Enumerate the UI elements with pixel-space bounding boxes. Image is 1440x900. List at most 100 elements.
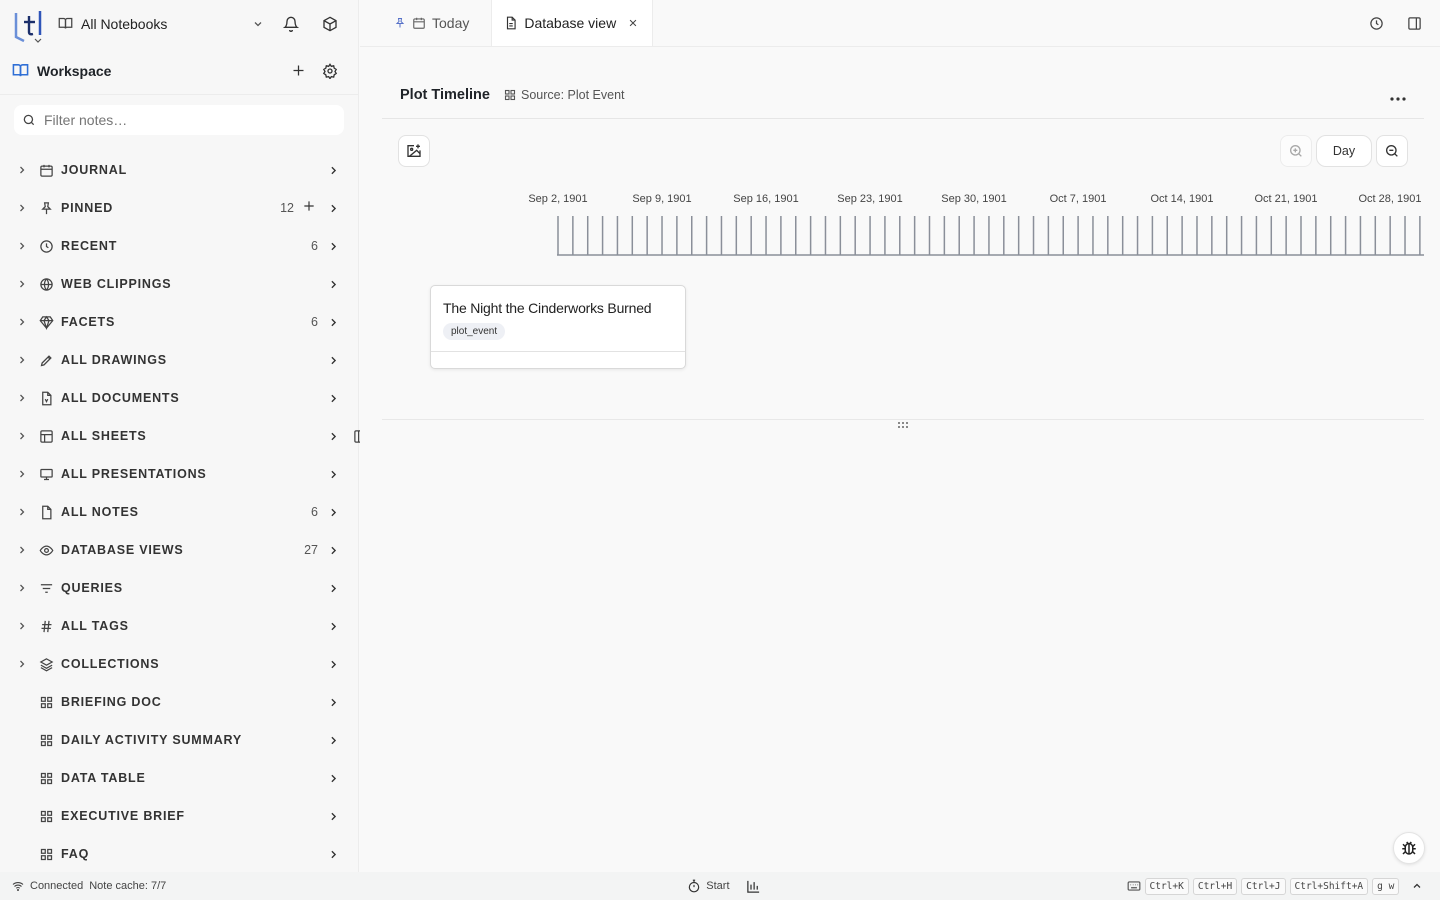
expand-chevron-icon[interactable] [16,392,30,404]
tab-today[interactable]: Today [360,0,493,46]
eye-icon [38,542,54,558]
view-header: Plot Timeline Source: Plot Event [382,72,1424,119]
chevron-right-icon[interactable] [326,696,340,709]
chevron-right-icon[interactable] [326,544,340,557]
notifications-button[interactable] [276,8,307,40]
expand-chevron-icon[interactable] [16,544,30,556]
clock-icon [1369,16,1383,30]
sidebar-item-queries[interactable]: QUERIES [0,569,358,607]
sidebar-item-all-sheets[interactable]: ALL SHEETS [0,417,358,455]
sidebar-item-label: COLLECTIONS [61,657,160,671]
toggle-right-panel-button[interactable] [1398,7,1430,39]
start-button[interactable]: Start [687,879,730,893]
workspace-header: Workspace [0,47,358,95]
zoom-out-button[interactable] [1376,135,1408,167]
expand-chevron-icon[interactable] [16,468,30,480]
resize-handle[interactable] [897,421,909,432]
sidebar-item-all-drawings[interactable]: ALL DRAWINGS [0,341,358,379]
status-bar: Connected Note cache: 7/7 Start Ctrl+K C… [0,872,1440,900]
more-options-button[interactable] [1390,85,1406,106]
debug-button[interactable] [1393,832,1425,864]
expand-chevron-icon[interactable] [16,316,30,328]
chevron-right-icon[interactable] [326,848,340,861]
sidebar-item-label: EXECUTIVE BRIEF [61,809,185,823]
chevron-right-icon[interactable] [326,164,340,177]
close-tab-button[interactable] [628,16,638,31]
grip-icon [898,422,908,428]
chevron-right-icon[interactable] [326,468,340,481]
sidebar-item-daily-activity-summary[interactable]: DAILY ACTIVITY SUMMARY [0,721,358,759]
chevron-right-icon[interactable] [326,354,340,367]
sidebar-item-label: WEB CLIPPINGS [61,277,172,291]
chevron-right-icon[interactable] [326,278,340,291]
chevron-right-icon[interactable] [326,582,340,595]
chevron-right-icon[interactable] [326,658,340,671]
sidebar-item-pinned[interactable]: PINNED 12 [0,189,358,227]
sidebar-item-recent[interactable]: RECENT 6 [0,227,358,265]
export-image-button[interactable] [398,135,430,167]
chevron-right-icon[interactable] [326,240,340,253]
workspace-settings-button[interactable] [314,55,346,87]
sidebar-item-label: ALL PRESENTATIONS [61,467,207,481]
chevron-right-icon[interactable] [326,506,340,519]
sidebar-item-collections[interactable]: COLLECTIONS [0,645,358,683]
sidebar-item-all-presentations[interactable]: ALL PRESENTATIONS [0,455,358,493]
packages-button[interactable] [315,8,346,40]
app-logo[interactable] [12,5,46,43]
add-note-button[interactable] [282,55,314,87]
timeline-event-card[interactable]: The Night the Cinderworks Burned plot_ev… [430,285,686,369]
expand-chevron-icon[interactable] [16,658,30,670]
view-title: Plot Timeline [400,87,490,103]
expand-chevron-icon[interactable] [16,164,30,176]
zoom-in-button[interactable] [1280,135,1312,167]
document-icon [38,390,54,406]
sidebar-item-database-views[interactable]: DATABASE VIEWS 27 [0,531,358,569]
search-icon [23,114,35,126]
event-tag[interactable]: plot_event [443,323,506,340]
sidebar-item-label: DATA TABLE [61,771,146,785]
expand-chevron-icon[interactable] [16,506,30,518]
expand-status-button[interactable] [1411,880,1423,892]
sidebar-item-executive-brief[interactable]: EXECUTIVE BRIEF [0,797,358,835]
chevron-right-icon[interactable] [326,392,340,405]
sidebar-item-label: ALL TAGS [61,619,129,633]
plus-icon [293,65,303,76]
connection-status: Connected [30,880,84,892]
expand-chevron-icon[interactable] [16,354,30,366]
expand-chevron-icon[interactable] [16,620,30,632]
sidebar-item-web-clippings[interactable]: WEB CLIPPINGS [0,265,358,303]
sidebar-item-briefing-doc[interactable]: BRIEFING DOC [0,683,358,721]
sidebar-item-faq[interactable]: FAQ [0,835,358,872]
chevron-right-icon[interactable] [326,316,340,329]
timeline-date-label: Sep 23, 1901 [837,193,903,205]
plus-icon [304,200,314,211]
chevron-right-icon[interactable] [326,620,340,633]
expand-chevron-icon[interactable] [16,430,30,442]
zoom-level-select[interactable]: Day [1316,135,1372,167]
expand-chevron-icon[interactable] [16,202,30,214]
expand-chevron-icon[interactable] [16,582,30,594]
notebook-select[interactable]: All Notebooks [58,16,264,32]
expand-chevron-icon[interactable] [16,278,30,290]
sidebar: All Notebooks Workspace JOURNALPI [0,0,359,872]
history-button[interactable] [1360,7,1392,39]
bar-chart-icon [746,880,759,893]
add-pinned-button[interactable] [302,199,316,218]
chevron-right-icon[interactable] [326,734,340,747]
tab-database-view[interactable]: Database view [492,0,654,46]
sidebar-item-data-table[interactable]: DATA TABLE [0,759,358,797]
stats-button[interactable] [746,879,761,894]
filter-notes-input[interactable] [44,112,324,128]
sidebar-item-journal[interactable]: JOURNAL [0,151,358,189]
chevron-right-icon[interactable] [326,772,340,785]
sidebar-item-facets[interactable]: FACETS 6 [0,303,358,341]
sidebar-item-all-tags[interactable]: ALL TAGS [0,607,358,645]
sidebar-item-all-documents[interactable]: ALL DOCUMENTS [0,379,358,417]
chevron-right-icon[interactable] [326,202,340,215]
sidebar-item-all-notes[interactable]: ALL NOTES 6 [0,493,358,531]
expand-chevron-icon[interactable] [16,240,30,252]
chevron-right-icon[interactable] [326,810,340,823]
grid-icon [38,694,54,710]
chevron-right-icon[interactable] [326,430,340,443]
zoom-out-icon [1386,145,1398,157]
